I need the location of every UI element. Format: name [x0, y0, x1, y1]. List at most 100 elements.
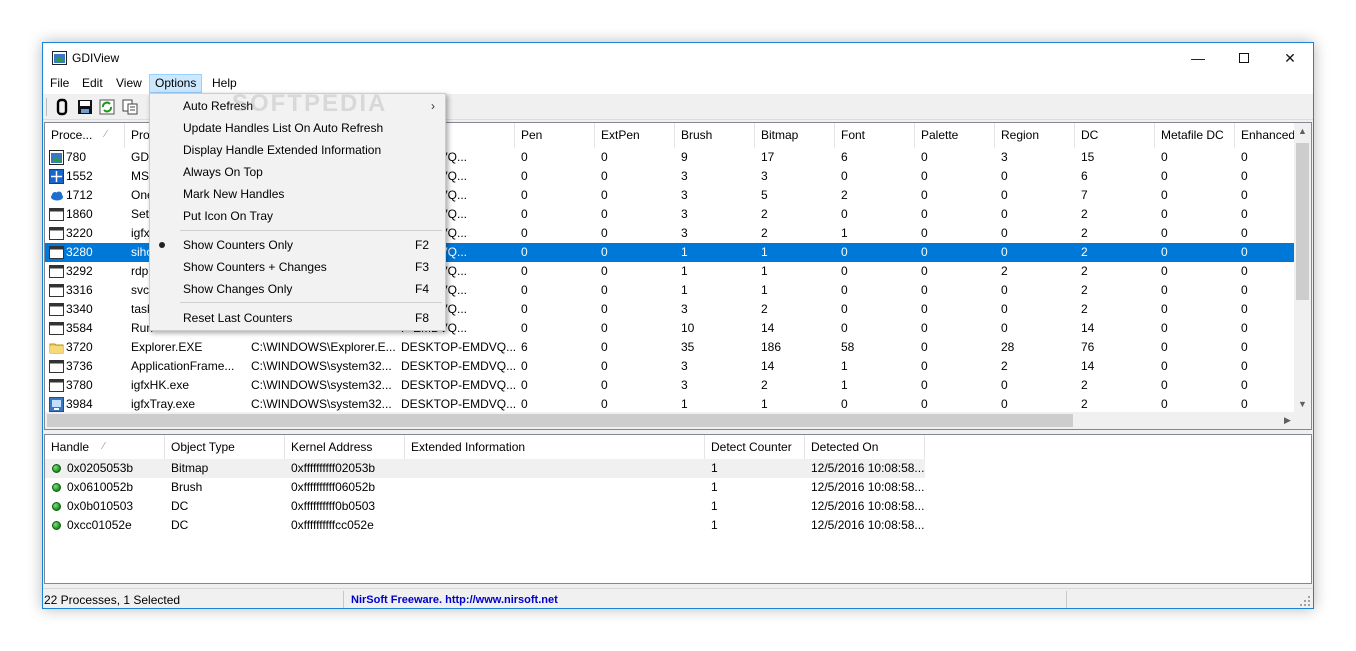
menu-item-label: Put Icon On Tray: [183, 209, 274, 223]
cell-metafile: 0: [1161, 302, 1168, 316]
handle-list[interactable]: Handle ⁄ Object Type Kernel Address Extended…: [44, 434, 1312, 584]
menu-item-show-changes-only[interactable]: Show Changes Only F4: [150, 278, 445, 300]
cell-pen: 6: [521, 340, 528, 354]
cell-brush: 1: [681, 264, 688, 278]
cell-enhanced: 0: [1241, 169, 1248, 183]
cell-region: 2: [1001, 264, 1008, 278]
window-icon: [49, 322, 64, 335]
gdiview-app-icon: [52, 51, 67, 65]
cell-bitmap: 3: [761, 169, 768, 183]
cell-kernel: 0xffffffffff02053b: [291, 461, 376, 475]
column-header-ext[interactable]: Extended Information: [405, 435, 705, 459]
nirsoft-link[interactable]: NirSoft Freeware. http://www.nirsoft.net: [351, 592, 558, 608]
cell-type: DC: [171, 518, 189, 532]
cell-bitmap: 2: [761, 378, 768, 392]
menu-options[interactable]: Options: [149, 74, 203, 93]
properties-icon[interactable]: [53, 98, 71, 116]
menu-item-label: Show Counters Only: [183, 238, 294, 252]
cell-enhanced: 0: [1241, 188, 1248, 202]
menu-shortcut: F4: [414, 282, 429, 296]
menu-item-show-counters-only[interactable]: Show Counters Only F2: [150, 234, 445, 256]
sort-arrow-icon: ⁄: [105, 129, 107, 140]
save-icon[interactable]: [76, 98, 94, 116]
process-row[interactable]: 3736 ApplicationFrame... C:\WINDOWS\system…: [45, 357, 1298, 376]
cell-counter: 1: [711, 499, 718, 513]
window-icon: [49, 379, 64, 392]
cell-metafile: 0: [1161, 340, 1168, 354]
menu-item-put-icon-on-tray[interactable]: Put Icon On Tray: [150, 205, 445, 227]
handle-row[interactable]: 0x0205053b Bitmap 0xffffffffff02053b 1 12/5/…: [45, 459, 925, 478]
cell-extpen: 0: [601, 340, 608, 354]
cell-region: 0: [1001, 302, 1008, 316]
cell-pen: 0: [521, 359, 528, 373]
handle-row[interactable]: 0x0610052b Brush 0xffffffffff06052b 1 12/5/2…: [45, 478, 925, 497]
cell-brush: 3: [681, 226, 688, 240]
process-list-vertical-scrollbar[interactable]: ▲ ▼: [1294, 123, 1311, 413]
column-header-enhanced[interactable]: Enhanced: [1235, 123, 1298, 148]
cell-enhanced: 0: [1241, 226, 1248, 240]
column-header-font[interactable]: Font: [835, 123, 915, 148]
menu-item-show-counters-changes[interactable]: Show Counters + Changes F3: [150, 256, 445, 278]
process-id: 3340: [66, 302, 93, 316]
menu-view[interactable]: View: [111, 74, 147, 93]
title-bar[interactable]: GDIView — ✕: [43, 43, 1313, 73]
cell-handle: 0x0205053b: [45, 459, 165, 478]
cell-pid: 1860: [45, 205, 125, 224]
refresh-icon[interactable]: [98, 98, 116, 116]
column-header-metafile[interactable]: Metafile DC: [1155, 123, 1235, 148]
cell-bitmap: 17: [761, 150, 775, 164]
menu-item-update-handles-list-on-auto-refresh[interactable]: Update Handles List On Auto Refresh: [150, 117, 445, 139]
column-header-region[interactable]: Region: [995, 123, 1075, 148]
cell-ext: [405, 459, 705, 478]
handle-list-header: Handle ⁄ Object Type Kernel Address Extended…: [45, 435, 925, 460]
cell-region: 0: [1001, 169, 1008, 183]
copy-icon[interactable]: [121, 98, 139, 116]
close-button[interactable]: ✕: [1267, 43, 1313, 73]
column-header-dc[interactable]: DC: [1075, 123, 1155, 148]
process-list-horizontal-scrollbar[interactable]: ▶: [45, 412, 1296, 429]
cell-palette: 0: [921, 188, 928, 202]
process-id: 3316: [66, 283, 93, 297]
toolbar-grip[interactable]: [46, 98, 48, 116]
vertical-scroll-thumb[interactable]: [1296, 143, 1309, 300]
cell-dc: 76: [1081, 340, 1095, 354]
process-row[interactable]: 3780 igfxHK.exe C:\WINDOWS\system32... DESK…: [45, 376, 1298, 395]
column-header-pen[interactable]: Pen: [515, 123, 595, 148]
menu-separator: [180, 302, 442, 303]
column-header-type[interactable]: Object Type: [165, 435, 285, 459]
window-icon: [49, 303, 64, 316]
column-header-brush[interactable]: Brush: [675, 123, 755, 148]
cell-extpen: 0: [601, 283, 608, 297]
scroll-up-arrow-icon[interactable]: ▲: [1294, 123, 1311, 140]
menu-item-mark-new-handles[interactable]: Mark New Handles: [150, 183, 445, 205]
menu-item-reset-last-counters[interactable]: Reset Last Counters F8: [150, 307, 445, 329]
handle-row[interactable]: 0xcc01052e DC 0xffffffffffcc052e 1 12/5/2016…: [45, 516, 925, 535]
watermark: SOFTPEDIA: [232, 90, 388, 117]
column-header-palette[interactable]: Palette: [915, 123, 995, 148]
handle-row[interactable]: 0x0b010503 DC 0xffffffffff0b0503 1 12/5/2016…: [45, 497, 925, 516]
cell-region: 28: [1001, 340, 1015, 354]
cell-extpen: 0: [601, 302, 608, 316]
cell-region: 0: [1001, 207, 1008, 221]
minimize-button[interactable]: —: [1175, 43, 1221, 73]
column-header-extpen[interactable]: ExtPen: [595, 123, 675, 148]
menu-edit[interactable]: Edit: [77, 74, 108, 93]
column-header-detected[interactable]: Detected On: [805, 435, 925, 459]
process-row[interactable]: 3720 Explorer.EXE C:\WINDOWS\Explorer.E...…: [45, 338, 1298, 357]
column-header-handle[interactable]: Handle ⁄: [45, 435, 165, 459]
horizontal-scroll-thumb[interactable]: [47, 414, 1073, 427]
cell-font: 0: [841, 302, 848, 316]
maximize-button[interactable]: [1221, 43, 1267, 73]
cell-extpen: 0: [601, 169, 608, 183]
column-header-counter[interactable]: Detect Counter: [705, 435, 805, 459]
scroll-down-arrow-icon[interactable]: ▼: [1294, 396, 1311, 413]
column-header-bitmap[interactable]: Bitmap: [755, 123, 835, 148]
column-header-pid[interactable]: Proce... ⁄: [45, 123, 125, 148]
column-header-kernel[interactable]: Kernel Address: [285, 435, 405, 459]
cell-metafile: 0: [1161, 226, 1168, 240]
menu-item-display-handle-extended-information[interactable]: Display Handle Extended Information: [150, 139, 445, 161]
menu-item-always-on-top[interactable]: Always On Top: [150, 161, 445, 183]
process-id: 1712: [66, 188, 93, 202]
menu-file[interactable]: File: [45, 74, 74, 93]
resize-grip-icon[interactable]: [1300, 596, 1311, 607]
